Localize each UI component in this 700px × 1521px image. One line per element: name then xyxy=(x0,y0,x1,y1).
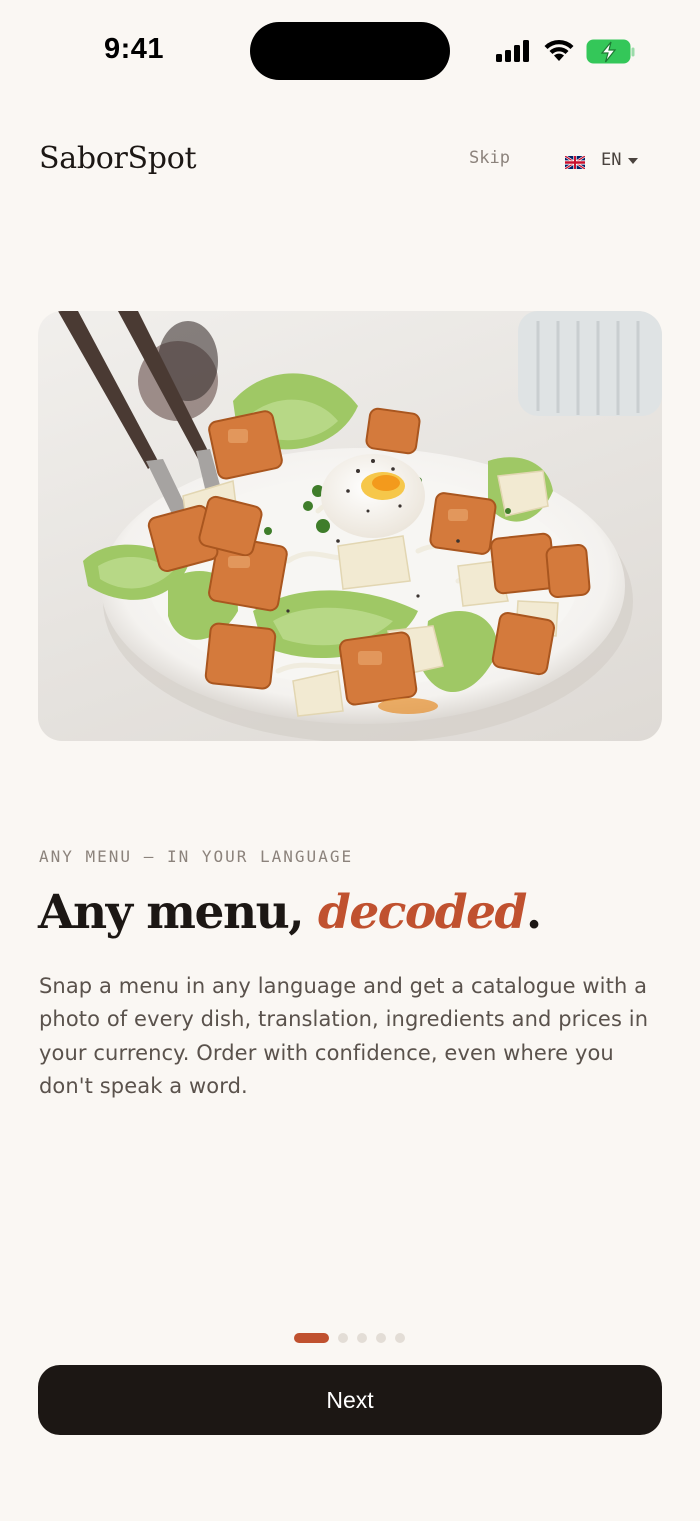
page-dot-5[interactable] xyxy=(395,1333,405,1343)
headline-main-text: Any menu, xyxy=(38,885,319,940)
wifi-icon xyxy=(544,39,574,61)
onboarding-headline: Any menu, decoded. xyxy=(38,885,542,940)
battery-charging-icon xyxy=(586,39,635,64)
page-dot-1[interactable] xyxy=(294,1333,329,1343)
next-button[interactable]: Next xyxy=(38,1365,662,1435)
onboarding-eyebrow: ANY MENU — IN YOUR LANGUAGE xyxy=(39,847,354,866)
caesar-salad-illustration xyxy=(58,311,662,741)
page-dot-4[interactable] xyxy=(376,1333,386,1343)
headline-period: . xyxy=(525,885,542,940)
page-dot-3[interactable] xyxy=(357,1333,367,1343)
page-dot-2[interactable] xyxy=(338,1333,348,1343)
hero-dish-image xyxy=(38,311,662,741)
pagination-dots xyxy=(294,1333,414,1343)
skip-button[interactable]: Skip xyxy=(469,148,510,168)
uk-flag-icon xyxy=(565,155,585,169)
status-bar: 9:41 xyxy=(0,0,700,100)
status-time: 9:41 xyxy=(104,33,165,65)
language-code: EN xyxy=(601,150,622,170)
dynamic-island xyxy=(250,22,450,80)
onboarding-description: Snap a menu in any language and get a ca… xyxy=(39,974,649,1098)
language-selector[interactable]: EN xyxy=(565,146,639,174)
chevron-down-icon xyxy=(628,157,639,164)
headline-accent-text: decoded xyxy=(318,885,527,940)
brand-logo: SaborSpot xyxy=(39,141,197,176)
cellular-signal-icon xyxy=(496,40,529,62)
